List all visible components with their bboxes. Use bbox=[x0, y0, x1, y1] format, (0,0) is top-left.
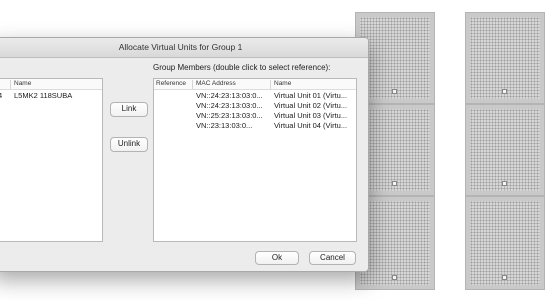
mac-address-cell: VN::24:23:13:03:0... bbox=[196, 91, 263, 100]
column-separator bbox=[10, 80, 11, 89]
unit-name-cell: Virtual Unit 02 (Virtu... bbox=[274, 101, 348, 110]
speaker-logo-icon bbox=[502, 275, 507, 280]
list-item[interactable]: 4 L5MK2 118SUBA bbox=[0, 91, 102, 101]
speaker-cabinet bbox=[465, 104, 545, 196]
dialog-title: Allocate Virtual Units for Group 1 bbox=[118, 42, 243, 52]
column-header-mac-address[interactable]: MAC Address bbox=[196, 79, 266, 89]
column-header-name[interactable]: Name bbox=[14, 79, 94, 89]
speaker-cabinet bbox=[465, 12, 545, 104]
available-units-list[interactable]: Name 4 L5MK2 118SUBA bbox=[0, 78, 103, 242]
group-members-list[interactable]: Reference MAC Address Name VN::24:23:13:… bbox=[153, 78, 357, 242]
mac-address-cell: VN::25:23:13:03:0... bbox=[196, 111, 263, 120]
mac-address-cell: VN::23:13:03:0... bbox=[196, 121, 253, 130]
ok-button[interactable]: Ok bbox=[255, 251, 299, 265]
link-button[interactable]: Link bbox=[110, 102, 148, 117]
group-members-header: Reference MAC Address Name bbox=[154, 79, 356, 90]
speaker-logo-icon bbox=[392, 275, 397, 280]
list-header: Name bbox=[0, 79, 102, 90]
unit-name-cell: Virtual Unit 01 (Virtu... bbox=[274, 91, 348, 100]
speaker-logo-icon bbox=[502, 89, 507, 94]
speaker-logo-icon bbox=[392, 181, 397, 186]
table-row[interactable]: VN::24:23:13:03:0... Virtual Unit 01 (Vi… bbox=[154, 91, 356, 101]
unit-prefix: 4 bbox=[0, 91, 3, 100]
mac-address-cell: VN::24:23:13:03:0... bbox=[196, 101, 263, 110]
group-members-label: Group Members (double click to select re… bbox=[153, 63, 331, 72]
table-row[interactable]: VN::25:23:13:03:0... Virtual Unit 03 (Vi… bbox=[154, 111, 356, 121]
table-row[interactable]: VN::23:13:03:0... Virtual Unit 04 (Virtu… bbox=[154, 121, 356, 131]
column-separator bbox=[192, 80, 193, 89]
speaker-logo-icon bbox=[502, 181, 507, 186]
column-header-reference[interactable]: Reference bbox=[156, 79, 190, 89]
allocate-virtual-units-dialog: Allocate Virtual Units for Group 1 Name … bbox=[0, 37, 369, 272]
unit-name-cell: Virtual Unit 03 (Virtu... bbox=[274, 111, 348, 120]
unlink-button[interactable]: Unlink bbox=[110, 137, 148, 152]
speaker-logo-icon bbox=[392, 89, 397, 94]
speaker-cabinet bbox=[465, 196, 545, 290]
column-header-name[interactable]: Name bbox=[274, 79, 354, 89]
unit-name-cell: Virtual Unit 04 (Virtu... bbox=[274, 121, 348, 130]
table-row[interactable]: VN::24:23:13:03:0... Virtual Unit 02 (Vi… bbox=[154, 101, 356, 111]
column-separator bbox=[270, 80, 271, 89]
unit-name: L5MK2 118SUBA bbox=[14, 91, 73, 100]
dialog-titlebar[interactable]: Allocate Virtual Units for Group 1 bbox=[0, 38, 368, 58]
cancel-button[interactable]: Cancel bbox=[309, 251, 356, 265]
